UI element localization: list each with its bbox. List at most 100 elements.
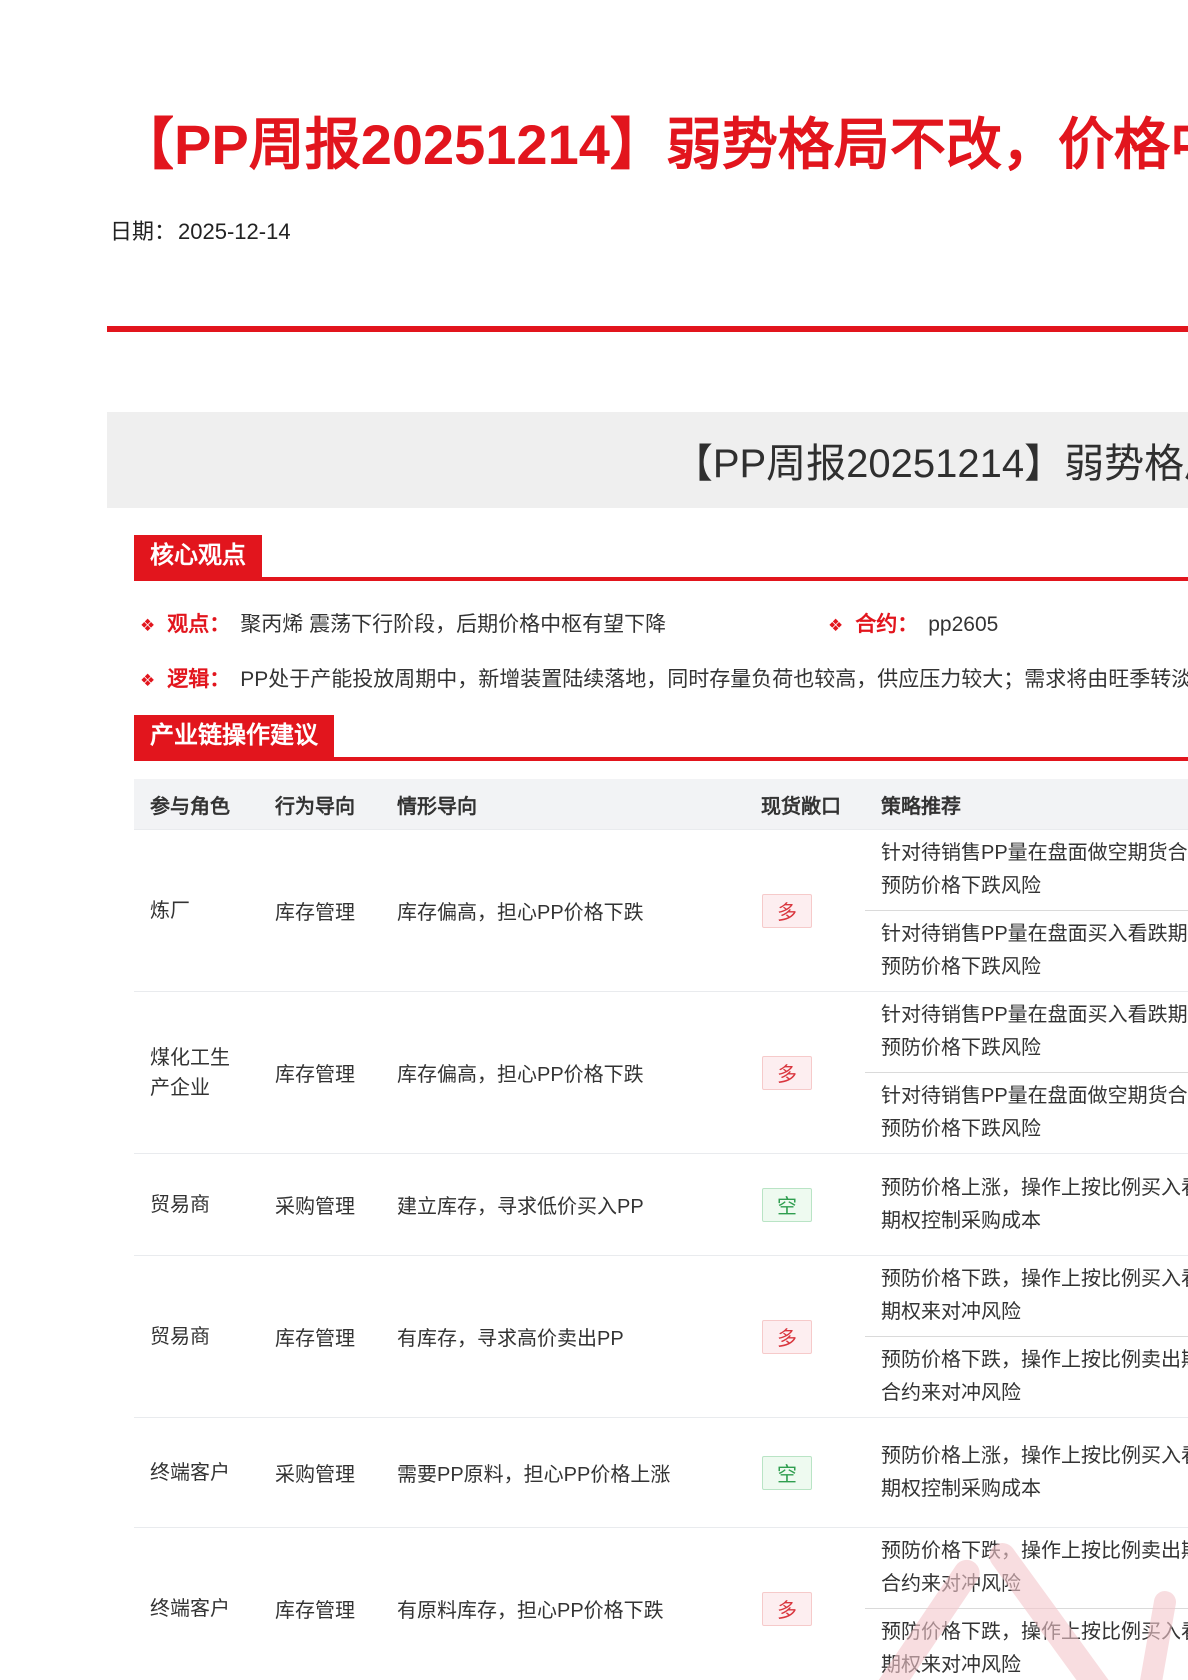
table-row: 煤化工生产企业 库存管理 库存偏高，担心PP价格下跌 多 针对待销售PP量在盘面… — [134, 991, 1188, 1153]
strategy-item: 针对待销售PP量在盘面买入看跌期权， 预防价格下跌风险 — [865, 911, 1188, 991]
cell-situation: 有原料库存，担心PP价格下跌 — [397, 1600, 664, 1622]
contract-line: ❖ 合约： pp2605 — [822, 609, 998, 642]
strategy-item: 预防价格上涨，操作上按比例买入看涨 期权控制采购成本 — [865, 1433, 1188, 1513]
core-view-header: 核心观点 — [134, 535, 1188, 581]
logic-text: PP处于产能投放周期中，新增装置陆续落地，同时存量负荷也较高，供应压力较大；需求… — [240, 668, 1188, 691]
strategy-line: 预防价格上涨，操作上按比例买入看涨 — [881, 1444, 1188, 1467]
core-view-heading: 核心观点 — [134, 535, 262, 577]
logic-label: 逻辑： — [167, 668, 231, 691]
cell-strategies: 预防价格下跌，操作上按比例买入看跌 期权来对冲风险 预防价格下跌，操作上按比例卖… — [865, 1256, 1188, 1417]
cell-behavior: 库存管理 — [275, 902, 355, 924]
logic-line: ❖ 逻辑： PP处于产能投放周期中，新增装置陆续落地，同时存量负荷也较高，供应压力较… — [134, 664, 1188, 697]
col-header-exposure: 现货敞口 — [761, 795, 841, 818]
viewpoint-label: 观点： — [167, 613, 231, 636]
exposure-badge-short: 空 — [762, 1187, 812, 1222]
strategy-line: 预防价格下跌风险 — [881, 875, 1041, 897]
cell-strategies: 针对待销售PP量在盘面做空期货合约， 预防价格下跌风险 针对待销售PP量在盘面买… — [865, 830, 1188, 991]
strategy-item: 针对待销售PP量在盘面做空期货合约， 预防价格下跌风险 — [865, 830, 1188, 911]
cell-role: 终端客户 — [150, 1461, 230, 1484]
exposure-badge-long: 多 — [762, 1319, 812, 1354]
exposure-badge-long: 多 — [762, 1055, 812, 1090]
cell-strategies: 预防价格上涨，操作上按比例买入看涨 期权控制采购成本 — [865, 1154, 1188, 1255]
table-header-row: 参与角色 行为导向 情形导向 现货敞口 策略推荐 — [134, 779, 1188, 829]
table-row: 炼厂 库存管理 库存偏高，担心PP价格下跌 多 针对待销售PP量在盘面做空期货合… — [134, 829, 1188, 991]
core-view-section: 核心观点 ❖ 观点： 聚丙烯 震荡下行阶段，后期价格中枢有望下降 ❖ 合约： pp260… — [134, 535, 1188, 1680]
cell-situation: 库存偏高，担心PP价格下跌 — [397, 902, 644, 924]
strategy-line: 合约来对冲风险 — [881, 1573, 1021, 1595]
ops-table: 参与角色 行为导向 情形导向 现货敞口 策略推荐 炼厂 库存管理 库存偏高，担心… — [134, 779, 1188, 1680]
col-header-behavior: 行为导向 — [275, 795, 355, 818]
strategy-item: 预防价格上涨，操作上按比例买入看涨 期权控制采购成本 — [865, 1165, 1188, 1245]
cell-exposure: 空 — [745, 1418, 865, 1527]
cell-situation: 库存偏高，担心PP价格下跌 — [397, 1064, 644, 1086]
report-page: 【PP周报20251214】弱势格局不改，价格中枢下移 日期：2025-12-1… — [0, 0, 1188, 1680]
strategy-line: 预防价格下跌，操作上按比例买入看跌 — [881, 1621, 1188, 1643]
strategy-line: 预防价格上涨，操作上按比例买入看涨 — [881, 1176, 1188, 1199]
strategy-item: 针对待销售PP量在盘面做空期货合约， 预防价格下跌风险 — [865, 1073, 1188, 1153]
report-content: 【PP周报20251214】弱势格局不改，价格中枢下移 日期：2025-12-1… — [0, 0, 1188, 1680]
cell-role: 贸易商 — [150, 1193, 210, 1216]
strategy-item: 预防价格下跌，操作上按比例买入看跌 期权来对冲风险 — [865, 1609, 1188, 1680]
strategy-item: 针对待销售PP量在盘面买入看跌期权， 预防价格下跌风险 — [865, 992, 1188, 1073]
col-header-situation: 情形导向 — [397, 795, 477, 818]
viewpoint-text: 聚丙烯 震荡下行阶段，后期价格中枢有望下降 — [240, 613, 667, 636]
strategy-line: 针对待销售PP量在盘面买入看跌期权， — [881, 923, 1188, 945]
date-value: 2025-12-14 — [178, 219, 291, 244]
diamond-bullet-icon: ❖ — [140, 671, 156, 690]
table-row: 终端客户 库存管理 有原料库存，担心PP价格下跌 多 预防价格下跌，操作上按比例… — [134, 1527, 1188, 1680]
col-header-role: 参与角色 — [150, 795, 230, 818]
strategy-line: 预防价格下跌风险 — [881, 1037, 1041, 1059]
strategy-line: 针对待销售PP量在盘面买入看跌期权， — [881, 1004, 1188, 1026]
strategy-item: 预防价格下跌，操作上按比例买入看跌 期权来对冲风险 — [865, 1256, 1188, 1337]
strategy-line: 预防价格下跌，操作上按比例卖出期货 — [881, 1540, 1188, 1562]
article-banner: 【PP周报20251214】弱势格局不改，价格中枢下移 — [107, 412, 1188, 508]
contract-label: 合约： — [855, 613, 919, 636]
cell-exposure: 多 — [745, 1256, 865, 1417]
ops-heading: 产业链操作建议 — [134, 715, 334, 757]
cell-exposure: 多 — [745, 1528, 865, 1680]
cell-exposure: 空 — [745, 1154, 865, 1255]
table-row: 终端客户 采购管理 需要PP原料，担心PP价格上涨 空 预防价格上涨，操作上按比… — [134, 1417, 1188, 1527]
strategy-line: 期权控制采购成本 — [881, 1209, 1041, 1232]
diamond-bullet-icon: ❖ — [140, 616, 156, 635]
diamond-bullet-icon: ❖ — [828, 616, 844, 635]
cell-role: 炼厂 — [150, 899, 190, 922]
red-divider — [107, 326, 1188, 332]
banner-title: 【PP周报20251214】弱势格局不改，价格中枢下移 — [672, 442, 1188, 486]
table-row: 贸易商 采购管理 建立库存，寻求低价买入PP 空 预防价格上涨，操作上按比例买入… — [134, 1153, 1188, 1255]
strategy-line: 预防价格下跌，操作上按比例卖出期货 — [881, 1349, 1188, 1371]
cell-exposure: 多 — [745, 992, 865, 1153]
exposure-badge-long: 多 — [762, 1591, 812, 1626]
col-header-strategy: 策略推荐 — [881, 795, 961, 818]
cell-behavior: 库存管理 — [275, 1064, 355, 1086]
cell-behavior: 库存管理 — [275, 1328, 355, 1350]
strategy-line: 预防价格下跌风险 — [881, 956, 1041, 978]
cell-role: 终端客户 — [150, 1597, 230, 1620]
cell-situation: 有库存，寻求高价卖出PP — [397, 1328, 624, 1350]
table-row: 贸易商 库存管理 有库存，寻求高价卖出PP 多 预防价格下跌，操作上按比例买入看… — [134, 1255, 1188, 1417]
page-title: 【PP周报20251214】弱势格局不改，价格中枢下移 — [118, 113, 1188, 176]
cell-behavior: 库存管理 — [275, 1600, 355, 1622]
report-date: 日期：2025-12-14 — [110, 214, 1188, 246]
strategy-line: 期权来对冲风险 — [881, 1654, 1021, 1676]
cell-situation: 需要PP原料，担心PP价格上涨 — [397, 1464, 671, 1486]
cell-behavior: 采购管理 — [275, 1464, 355, 1486]
strategy-item: 预防价格下跌，操作上按比例卖出期货 合约来对冲风险 — [865, 1528, 1188, 1609]
strategy-line: 预防价格下跌，操作上按比例买入看跌 — [881, 1268, 1188, 1290]
strategy-line: 针对待销售PP量在盘面做空期货合约， — [881, 842, 1188, 864]
viewpoint-line: ❖ 观点： 聚丙烯 震荡下行阶段，后期价格中枢有望下降 — [134, 609, 1188, 642]
strategy-line: 针对待销售PP量在盘面做空期货合约， — [881, 1085, 1188, 1107]
date-label: 日期： — [110, 219, 177, 244]
strategy-line: 预防价格下跌风险 — [881, 1118, 1041, 1140]
cell-strategies: 预防价格下跌，操作上按比例卖出期货 合约来对冲风险 预防价格下跌，操作上按比例买… — [865, 1528, 1188, 1680]
strategy-line: 期权来对冲风险 — [881, 1301, 1021, 1323]
strategy-item: 预防价格下跌，操作上按比例卖出期货 合约来对冲风险 — [865, 1337, 1188, 1417]
contract-text: pp2605 — [928, 613, 999, 636]
strategy-line: 合约来对冲风险 — [881, 1382, 1021, 1404]
exposure-badge-long: 多 — [762, 893, 812, 928]
cell-role: 煤化工生产企业 — [150, 1046, 230, 1099]
cell-situation: 建立库存，寻求低价买入PP — [397, 1196, 644, 1218]
ops-header: 产业链操作建议 — [134, 715, 1188, 761]
cell-behavior: 采购管理 — [275, 1196, 355, 1218]
cell-strategies: 针对待销售PP量在盘面买入看跌期权， 预防价格下跌风险 针对待销售PP量在盘面做… — [865, 992, 1188, 1153]
